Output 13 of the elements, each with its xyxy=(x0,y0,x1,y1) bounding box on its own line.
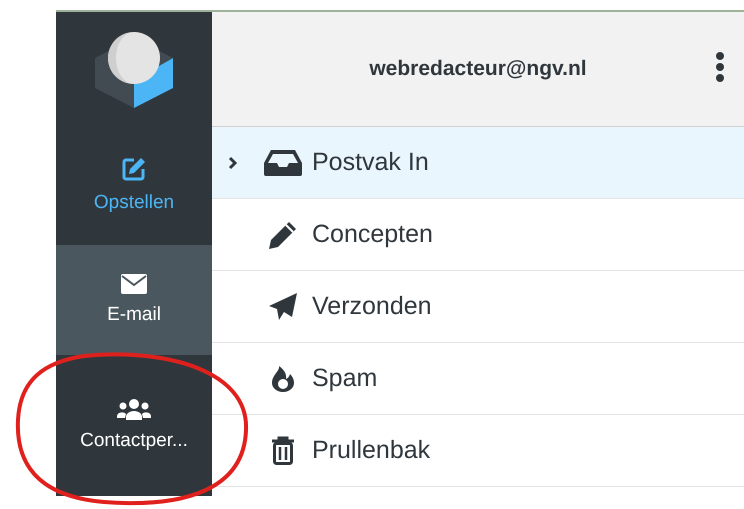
users-icon xyxy=(117,398,151,420)
sidebar-item[interactable]: E-mail xyxy=(56,245,212,355)
account-title: webredacteur@ngv.nl xyxy=(369,57,587,81)
trash-icon xyxy=(271,436,295,466)
folder-item[interactable]: Postvak In xyxy=(212,127,744,199)
chevron-icon[interactable] xyxy=(228,156,238,170)
flame-icon xyxy=(271,364,295,392)
more-menu-icon[interactable] xyxy=(716,52,724,82)
pencil-icon xyxy=(268,220,298,250)
envelope-icon xyxy=(121,274,147,294)
paper-plane-icon xyxy=(268,292,298,322)
inbox-icon xyxy=(263,148,303,176)
edit-icon xyxy=(121,156,147,182)
